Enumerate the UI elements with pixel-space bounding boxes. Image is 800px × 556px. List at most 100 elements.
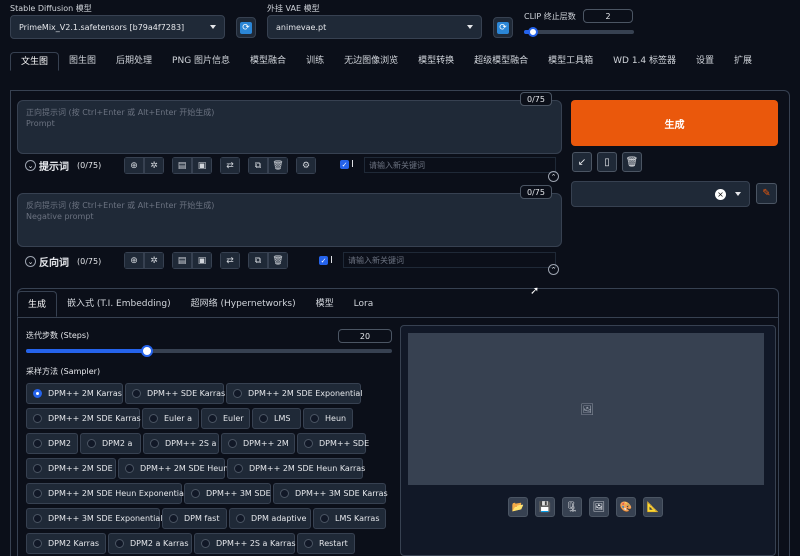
model-dropdown[interactable]: PrimeMix_V2.1.safetensors [b79a4f7283]	[10, 15, 225, 39]
subtab-generate[interactable]: 生成	[17, 291, 58, 317]
clip-value-input[interactable]: 2	[583, 9, 633, 23]
generate-button[interactable]: 生成	[571, 100, 778, 146]
image-icon[interactable]: 🖼	[589, 497, 609, 517]
sampler-option[interactable]: DPM++ 3M SDE Karras	[273, 483, 388, 504]
prompt-keyword-input[interactable]: 请输入新关键词	[364, 157, 556, 173]
copy-icon[interactable]: ⧉	[248, 157, 268, 174]
globe-icon[interactable]: ⊕	[124, 252, 144, 269]
tab-model-toolkit[interactable]: 模型工具箱	[538, 52, 603, 71]
subtab-embedding[interactable]: 嵌入式 (T.I. Embedding)	[57, 291, 181, 317]
prompt-placeholder-en: Prompt	[26, 119, 55, 128]
sampler-option[interactable]: DPM++ 3M SDE	[184, 483, 271, 504]
radio-dot	[33, 439, 42, 448]
prompt-keyword-checkbox[interactable]: ✓	[340, 160, 349, 169]
output-gallery[interactable]: 🖼	[408, 333, 764, 485]
subtab-hypernetworks[interactable]: 超网络 (Hypernetworks)	[181, 291, 306, 317]
gear-icon[interactable]: ✲	[144, 157, 164, 174]
sampler-option[interactable]: DPM++ 2M Karras	[26, 383, 123, 404]
sampler-option[interactable]: DPM2 Karras	[26, 533, 106, 554]
clip-slider-handle[interactable]	[528, 27, 538, 37]
radio-dot	[125, 464, 134, 473]
sampler-option[interactable]: DPM++ 2S a	[143, 433, 219, 454]
prompt-collapse-button[interactable]: ⌃	[548, 171, 559, 182]
swap-icon[interactable]: ⇄	[220, 252, 240, 269]
tab-settings[interactable]: 设置	[686, 52, 724, 71]
sampler-option[interactable]: DPM++ 2M SDE Karras	[26, 408, 141, 429]
steps-slider-handle[interactable]	[141, 345, 153, 357]
pencil-icon[interactable]: ✎	[756, 183, 777, 204]
negative-keyword-checkbox[interactable]: ✓	[319, 256, 328, 265]
tab-txt2img[interactable]: 文生图	[10, 52, 60, 71]
tab-convert[interactable]: 模型转换	[408, 52, 464, 71]
sampler-option[interactable]: Restart	[297, 533, 355, 554]
sampler-option[interactable]: DPM++ SDE	[297, 433, 369, 454]
negative-prompt-textarea[interactable]: 反向提示词 (按 Ctrl+Enter 或 Alt+Enter 开始生成) Ne…	[17, 193, 562, 247]
copy-icon[interactable]: ⧉	[248, 252, 268, 269]
ruler-icon[interactable]: 📐	[643, 497, 663, 517]
paste-icon[interactable]: ▤	[172, 157, 192, 174]
tab-png-info[interactable]: PNG 图片信息	[162, 52, 240, 71]
zip-icon[interactable]: 🗜	[562, 497, 582, 517]
swap-icon[interactable]: ⇄	[220, 157, 240, 174]
sampler-option[interactable]: DPM++ 2M SDE Heun Karras	[227, 458, 365, 479]
save-icon[interactable]: 💾	[535, 497, 555, 517]
settings-icon[interactable]: ⚙	[296, 157, 316, 174]
sampler-option[interactable]: LMS Karras	[313, 508, 386, 529]
sampler-option[interactable]: DPM++ 2M SDE Heun Exponential	[26, 483, 186, 504]
radio-dot	[259, 414, 268, 423]
folder-icon[interactable]: 📂	[508, 497, 528, 517]
tab-infinite-browser[interactable]: 无边图像浏览	[334, 52, 408, 71]
negative-keyword-input[interactable]: 请输入新关键词	[343, 252, 556, 268]
sampler-option[interactable]: Euler a	[142, 408, 199, 429]
sampler-option[interactable]: DPM fast	[162, 508, 227, 529]
vae-refresh-button[interactable]: ⟳	[493, 17, 513, 38]
paste-icon[interactable]: ▤	[172, 252, 192, 269]
sampler-option[interactable]: LMS	[252, 408, 301, 429]
sampler-option[interactable]: DPM2 a Karras	[108, 533, 192, 554]
trash-icon[interactable]: 🗑	[622, 152, 642, 172]
trash-icon[interactable]: 🗑	[268, 252, 288, 269]
sampler-option[interactable]: DPM++ 2S a Karras	[194, 533, 296, 554]
tab-extensions[interactable]: 扩展	[724, 52, 762, 71]
globe-icon[interactable]: ⊕	[124, 157, 144, 174]
sampler-option[interactable]: DPM++ 2M SDE Exponential	[226, 383, 363, 404]
sampler-option[interactable]: DPM++ SDE Karras	[125, 383, 225, 404]
negative-header[interactable]: ⌄ 反向词 (0/75)	[25, 254, 101, 269]
trash-icon[interactable]: 🗑	[268, 157, 288, 174]
prompt-header[interactable]: ⌄ 提示词 (0/75)	[25, 158, 101, 173]
negative-collapse-button[interactable]: ⌃	[548, 264, 559, 275]
tab-super-merge[interactable]: 超级模型融合	[464, 52, 538, 71]
clear-icon[interactable]: ×	[715, 189, 726, 200]
subtab-lora[interactable]: Lora	[344, 291, 384, 317]
tab-train[interactable]: 训练	[296, 52, 334, 71]
prompt-textarea[interactable]: 正向提示词 (按 Ctrl+Enter 或 Alt+Enter 开始生成) Pr…	[17, 100, 562, 154]
sampler-option[interactable]: DPM++ 2M SDE	[26, 458, 116, 479]
bookmark-icon[interactable]: ▣	[192, 157, 212, 174]
steps-slider-track[interactable]	[26, 345, 392, 357]
tab-wd-tagger[interactable]: WD 1.4 标签器	[603, 52, 686, 71]
clip-slider-track[interactable]	[524, 27, 634, 37]
sampler-option[interactable]: Euler	[201, 408, 250, 429]
palette-icon[interactable]: 🎨	[616, 497, 636, 517]
subtab-models[interactable]: 模型	[306, 291, 344, 317]
bookmark-icon[interactable]: ▣	[192, 252, 212, 269]
vae-dropdown[interactable]: animevae.pt	[267, 15, 482, 39]
radio-dot	[115, 539, 124, 548]
sampler-option[interactable]: DPM++ 3M SDE Exponential	[26, 508, 163, 529]
arrow-icon[interactable]: ↙	[572, 152, 592, 172]
radio-dot	[236, 514, 245, 523]
sampler-option[interactable]: DPM++ 2M SDE Heun	[118, 458, 228, 479]
sampler-option[interactable]: DPM adaptive	[229, 508, 311, 529]
sampler-option[interactable]: DPM2	[26, 433, 78, 454]
tab-img2img[interactable]: 图生图	[59, 52, 106, 71]
clipboard-icon[interactable]: ▯	[597, 152, 617, 172]
sampler-option[interactable]: Heun	[303, 408, 353, 429]
style-dropdown[interactable]: ×	[571, 181, 750, 207]
steps-input[interactable]: 20	[338, 329, 392, 343]
sampler-option[interactable]: DPM++ 2M	[221, 433, 295, 454]
gear-icon[interactable]: ✲	[144, 252, 164, 269]
sampler-option[interactable]: DPM2 a	[80, 433, 141, 454]
model-refresh-button[interactable]: ⟳	[236, 17, 256, 38]
tab-extras[interactable]: 后期处理	[106, 52, 162, 71]
tab-merge[interactable]: 模型融合	[240, 52, 296, 71]
